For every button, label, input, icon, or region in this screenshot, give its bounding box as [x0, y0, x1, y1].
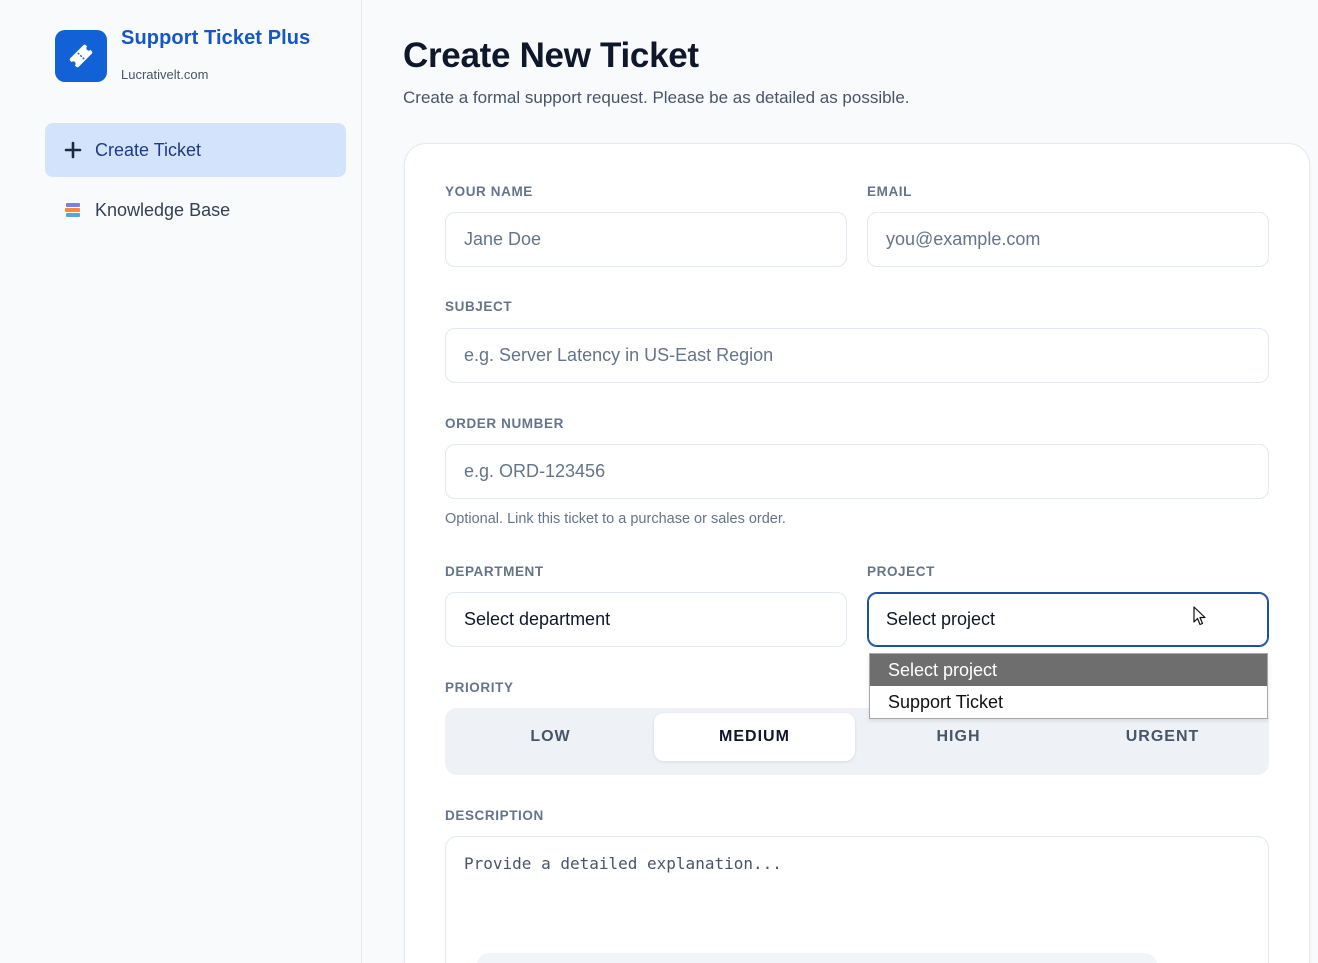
description-label: DESCRIPTION — [445, 808, 544, 823]
priority-high-button[interactable]: HIGH — [858, 713, 1059, 761]
project-option-support-ticket[interactable]: Support Ticket — [870, 686, 1267, 718]
brand[interactable]: Support Ticket Plus Lucrativelt.com — [55, 27, 311, 82]
department-label: DEPARTMENT — [445, 564, 544, 579]
priority-medium-button[interactable]: MEDIUM — [654, 713, 855, 761]
sidebar-item-create-ticket[interactable]: Create Ticket — [45, 123, 346, 177]
sidebar-item-knowledge-base[interactable]: Knowledge Base — [45, 183, 346, 237]
brand-domain: Lucrativelt.com — [121, 67, 209, 82]
order-number-helper: Optional. Link this ticket to a purchase… — [445, 511, 786, 527]
sidebar-item-label: Create Ticket — [95, 139, 202, 160]
description-textarea[interactable]: Provide a detailed explanation... — [445, 836, 1269, 963]
description-placeholder: Provide a detailed explanation... — [464, 854, 782, 873]
subject-label: SUBJECT — [445, 299, 513, 314]
subject-field[interactable] — [445, 328, 1269, 383]
department-select-value: Select department — [464, 609, 611, 629]
description-toolbar — [477, 953, 1157, 963]
email-field[interactable] — [867, 212, 1269, 267]
page-title: Create New Ticket — [403, 36, 699, 75]
name-field[interactable] — [445, 212, 847, 267]
department-select[interactable]: Select department — [445, 592, 847, 647]
page-subtitle: Create a formal support request. Please … — [403, 88, 910, 107]
priority-low-button[interactable]: LOW — [450, 713, 651, 761]
order-number-field[interactable] — [445, 444, 1269, 499]
priority-label: PRIORITY — [445, 680, 514, 695]
plus-icon — [63, 141, 83, 159]
order-number-label: ORDER NUMBER — [445, 416, 564, 431]
project-label: PROJECT — [867, 564, 935, 579]
project-option-select-project[interactable]: Select project — [870, 654, 1267, 686]
name-label: YOUR NAME — [445, 184, 533, 199]
priority-urgent-button[interactable]: URGENT — [1062, 713, 1263, 761]
project-dropdown-list: Select project Support Ticket — [869, 653, 1268, 719]
project-select[interactable]: Select project — [867, 592, 1269, 647]
mouse-cursor-icon — [1193, 606, 1207, 631]
books-icon — [63, 201, 83, 219]
brand-name: Support Ticket Plus — [121, 27, 311, 49]
ticket-logo-icon — [55, 30, 107, 82]
sidebar: Support Ticket Plus Lucrativelt.com Crea… — [0, 0, 362, 963]
email-label: EMAIL — [867, 184, 912, 199]
sidebar-item-label: Knowledge Base — [95, 199, 231, 220]
project-select-value: Select project — [886, 609, 996, 629]
